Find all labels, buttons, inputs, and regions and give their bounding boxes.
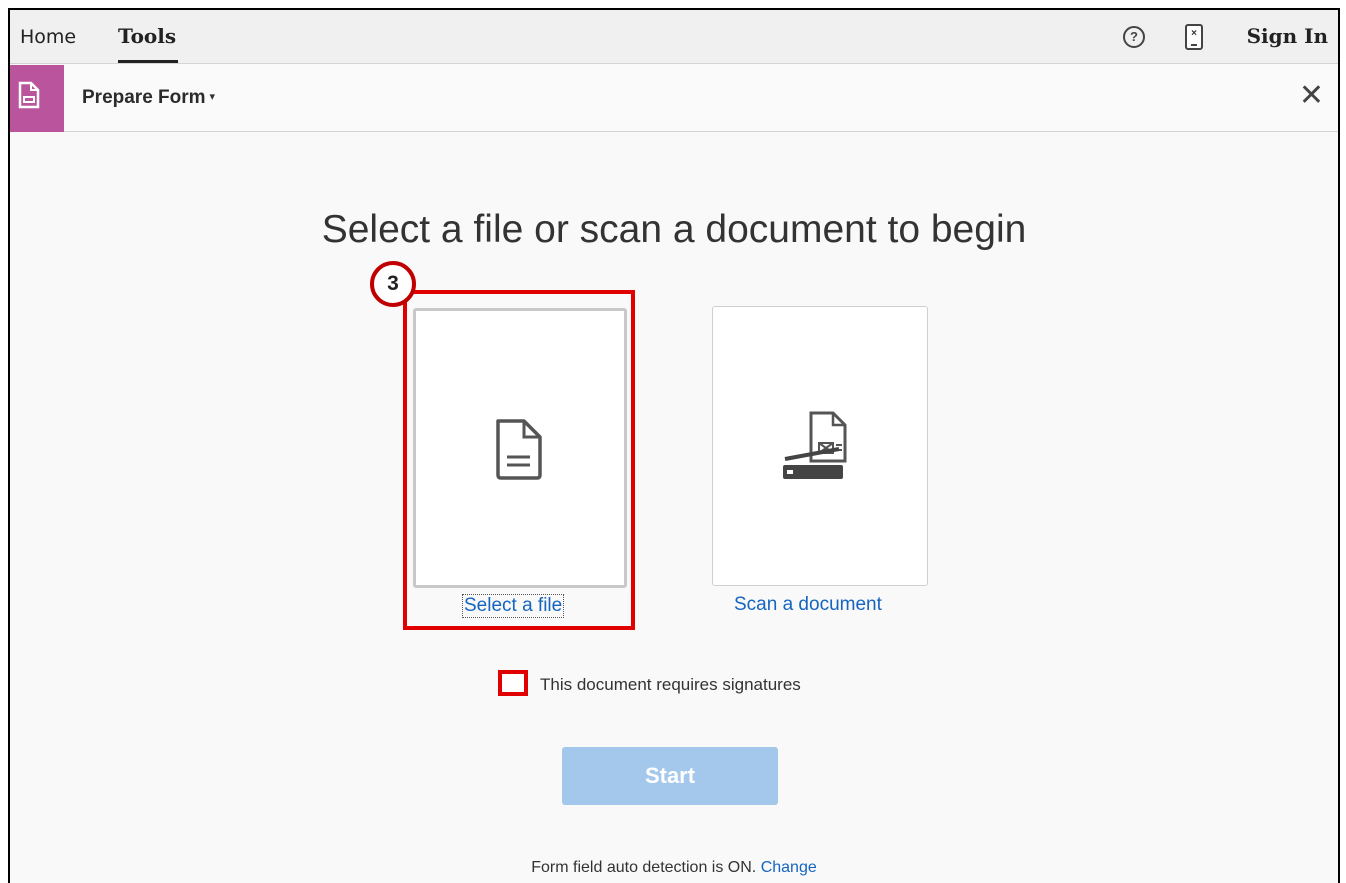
form-document-icon (18, 81, 40, 109)
sign-in-link[interactable]: Sign In (1247, 24, 1328, 48)
requires-signatures-label: This document requires signatures (540, 675, 801, 694)
close-icon[interactable]: ✕ (1299, 81, 1324, 111)
auto-detection-status: Form field auto detection is ON. Change (10, 859, 1338, 877)
active-tab-indicator (118, 60, 178, 63)
step-number-badge: 3 (370, 261, 416, 307)
chevron-down-icon: ▾ (209, 91, 216, 103)
scan-document-card[interactable] (712, 306, 928, 586)
auto-detection-text: Form field auto detection is ON. (531, 859, 757, 876)
tool-name-label: Prepare Form (82, 87, 206, 108)
scanner-icon (783, 411, 847, 479)
page-heading: Select a file or scan a document to begi… (321, 208, 1027, 251)
app-window: Home Tools ? × Sign In Prepare Form ▾ ✕ S… (8, 8, 1340, 883)
change-link[interactable]: Change (761, 859, 817, 876)
step-highlight-box (403, 290, 635, 630)
mobile-icon[interactable]: × (1185, 24, 1203, 50)
help-icon[interactable]: ? (1123, 26, 1145, 48)
mobile-bar-icon (1191, 44, 1197, 46)
scan-document-link[interactable]: Scan a document (734, 594, 882, 616)
tab-home[interactable]: Home (20, 26, 76, 48)
select-file-link[interactable]: Select a file (462, 594, 565, 618)
mobile-x-icon: × (1191, 28, 1197, 39)
tool-name-dropdown[interactable]: Prepare Form ▾ (82, 87, 215, 109)
start-button[interactable]: Start (562, 747, 778, 805)
tool-header: Prepare Form ▾ ✕ (10, 65, 1338, 132)
requires-signatures-checkbox[interactable] (498, 670, 528, 696)
tab-tools[interactable]: Tools (118, 24, 176, 48)
prepare-form-tool-icon (10, 65, 64, 132)
top-navigation-bar: Home Tools ? × Sign In (10, 10, 1338, 64)
